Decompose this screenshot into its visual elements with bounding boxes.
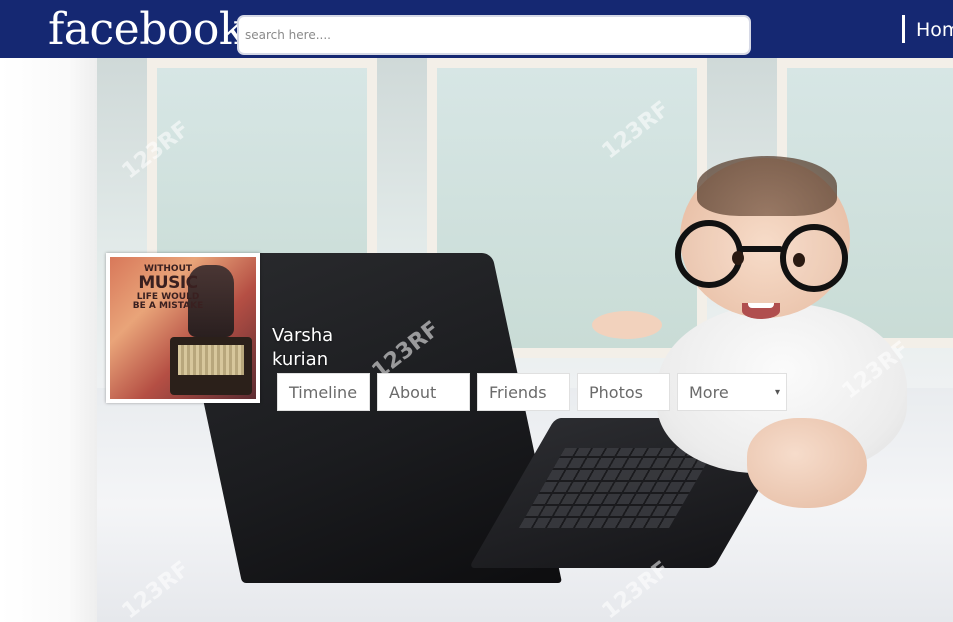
baby-mouth [742,303,780,319]
baby-eye [793,253,805,267]
profile-quote-line: MUSIC [138,273,198,293]
top-navigation-bar: facebook Hom [0,0,953,58]
tab-about[interactable]: About [377,373,470,411]
glasses-bridge [739,246,783,252]
search-input[interactable] [237,15,751,55]
profile-picture-quote: WITHOUT MUSIC LIFE WOULD BE A MISTAKE [130,265,206,311]
nav-divider [902,15,905,43]
profile-name[interactable]: Varsha kurian [272,324,333,372]
nav-home-link[interactable]: Hom [916,16,953,44]
baby-eye [732,251,744,265]
chevron-down-icon: ▾ [774,387,780,398]
baby-hair [697,156,837,216]
baby-arm [747,418,867,508]
profile-picture[interactable]: WITHOUT MUSIC LIFE WOULD BE A MISTAKE [106,253,260,403]
profile-last-name: kurian [272,349,329,370]
profile-quote-line: BE A MISTAKE [132,301,204,311]
glasses-right-lens [780,224,848,292]
left-margin [0,58,97,622]
baby-foot [592,311,662,339]
facebook-logo[interactable]: facebook [48,4,246,56]
profile-picture-amplifier [170,337,252,395]
profile-first-name: Varsha [272,325,334,346]
tab-more-label: More [689,383,729,402]
tab-photos[interactable]: Photos [577,373,670,411]
tab-friends[interactable]: Friends [477,373,570,411]
tab-more-dropdown[interactable]: More ▾ [677,373,787,411]
tab-timeline[interactable]: Timeline [277,373,370,411]
